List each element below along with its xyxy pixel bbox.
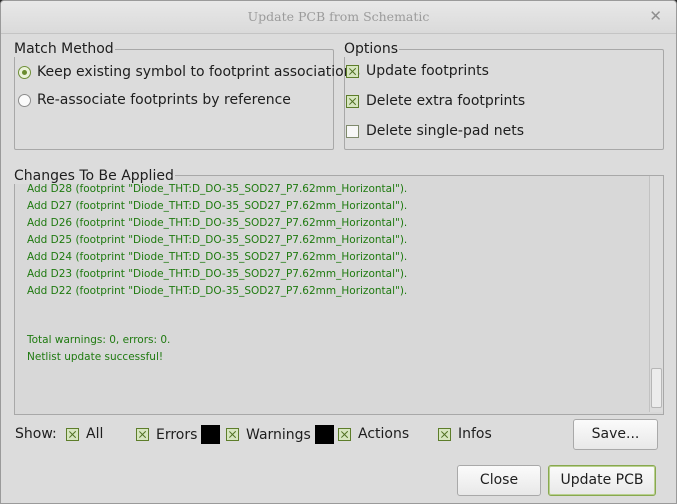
filter-infos-label: Infos bbox=[458, 426, 492, 442]
log-result: Netlist update successful! bbox=[27, 351, 164, 363]
radio-unselected-icon bbox=[18, 93, 31, 107]
checkbox-delete-extra-footprints[interactable]: Delete extra footprints bbox=[346, 93, 525, 109]
log-line: Add D24 (footprint "Diode_THT:D_DO-35_SO… bbox=[27, 251, 408, 263]
log-summary: Total warnings: 0, errors: 0. bbox=[27, 334, 171, 346]
filter-actions-label: Actions bbox=[358, 426, 410, 442]
log-line: Add D26 (footprint "Diode_THT:D_DO-35_SO… bbox=[27, 217, 408, 229]
filter-errors[interactable]: Errors bbox=[136, 425, 221, 444]
radio-keep-associations-label: Keep existing symbol to footprint associ… bbox=[37, 64, 360, 80]
filter-all[interactable]: All bbox=[66, 426, 103, 442]
filter-infos[interactable]: Infos bbox=[438, 426, 492, 442]
checkbox-delete-extra-footprints-label: Delete extra footprints bbox=[366, 93, 526, 109]
checkbox-checked-icon bbox=[226, 428, 239, 441]
radio-reassociate-label: Re-associate footprints by reference bbox=[37, 92, 291, 108]
update-pcb-button[interactable]: Update PCB bbox=[548, 465, 656, 496]
log-line: Add D22 (footprint "Diode_THT:D_DO-35_SO… bbox=[27, 285, 408, 297]
checkbox-delete-single-pad-nets-label: Delete single-pad nets bbox=[366, 123, 525, 139]
filter-actions[interactable]: Actions bbox=[338, 426, 409, 442]
close-icon[interactable]: ✕ bbox=[649, 7, 662, 25]
changes-log-panel[interactable]: Add D28 (footprint "Diode_THT:D_DO-35_SO… bbox=[14, 175, 664, 415]
log-vertical-scrollbar[interactable] bbox=[649, 176, 663, 412]
radio-keep-associations[interactable]: Keep existing symbol to footprint associ… bbox=[18, 64, 360, 80]
scrollbar-thumb[interactable] bbox=[651, 368, 662, 408]
close-button[interactable]: Close bbox=[457, 465, 541, 496]
checkbox-checked-icon bbox=[66, 427, 79, 441]
match-method-legend: Match Method bbox=[14, 41, 114, 57]
filter-warnings[interactable]: Warnings bbox=[226, 425, 334, 444]
radio-reassociate[interactable]: Re-associate footprints by reference bbox=[18, 92, 291, 108]
checkbox-checked-icon bbox=[346, 94, 359, 108]
checkbox-checked-icon bbox=[346, 64, 359, 78]
warnings-color-swatch[interactable] bbox=[314, 425, 334, 444]
errors-color-swatch[interactable] bbox=[201, 425, 221, 444]
log-line: Add D25 (footprint "Diode_THT:D_DO-35_SO… bbox=[27, 234, 408, 246]
title-bar[interactable]: Update PCB from Schematic ✕ bbox=[1, 1, 676, 34]
changes-log: Add D28 (footprint "Diode_THT:D_DO-35_SO… bbox=[27, 181, 407, 366]
filter-all-label: All bbox=[86, 426, 104, 442]
filter-errors-label: Errors bbox=[156, 426, 198, 443]
update-pcb-dialog: Update PCB from Schematic ✕ Match Method… bbox=[0, 0, 677, 504]
show-label: Show: bbox=[15, 426, 57, 442]
checkbox-delete-single-pad-nets[interactable]: Delete single-pad nets bbox=[346, 123, 524, 139]
checkbox-checked-icon bbox=[438, 427, 451, 441]
log-line: Add D23 (footprint "Diode_THT:D_DO-35_SO… bbox=[27, 268, 408, 280]
checkbox-checked-icon bbox=[136, 428, 149, 441]
filter-warnings-label: Warnings bbox=[246, 426, 311, 443]
checkbox-checked-icon bbox=[338, 427, 351, 441]
save-button[interactable]: Save... bbox=[573, 419, 658, 450]
checkbox-unchecked-icon bbox=[346, 124, 359, 138]
radio-selected-icon bbox=[18, 65, 31, 79]
log-line: Add D27 (footprint "Diode_THT:D_DO-35_SO… bbox=[27, 200, 408, 212]
changes-legend: Changes To Be Applied bbox=[14, 168, 175, 184]
options-legend: Options bbox=[344, 41, 399, 57]
window-title: Update PCB from Schematic bbox=[247, 9, 430, 24]
checkbox-update-footprints[interactable]: Update footprints bbox=[346, 63, 489, 79]
checkbox-update-footprints-label: Update footprints bbox=[366, 63, 489, 79]
